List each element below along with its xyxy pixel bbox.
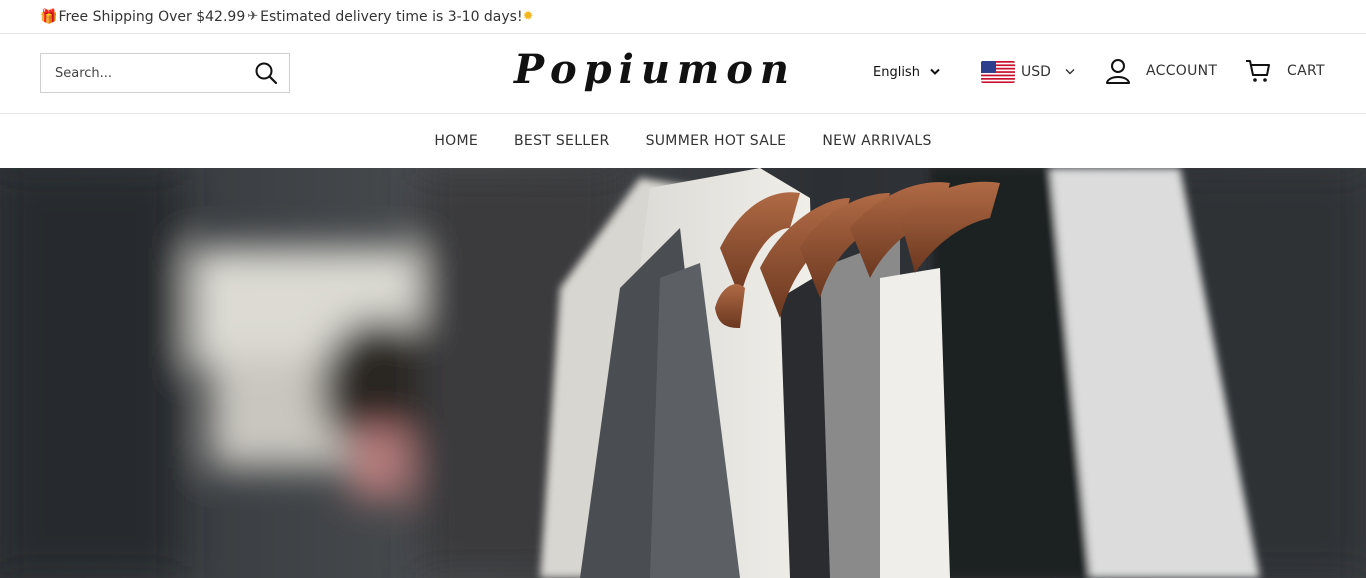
gift-icon: 🎁 [40, 8, 58, 25]
account-link[interactable]: ACCOUNT [1104, 56, 1217, 86]
hero-banner-image[interactable] [0, 168, 1366, 578]
language-selector[interactable]: English [873, 60, 940, 84]
search-icon [255, 62, 278, 85]
cart-link[interactable]: CART [1245, 56, 1325, 86]
nav-item-best-seller[interactable]: BEST SELLER [496, 133, 628, 149]
cart-icon [1246, 60, 1270, 82]
nav-item-home[interactable]: HOME [416, 133, 496, 149]
main-navigation: HOME BEST SELLER SUMMER HOT SALE NEW ARR… [0, 114, 1366, 167]
us-flag-icon [981, 61, 1015, 83]
user-icon [1106, 59, 1130, 84]
sun-icon: ✹ [522, 9, 534, 24]
account-label: ACCOUNT [1146, 63, 1218, 79]
search-input[interactable] [41, 54, 243, 92]
search-box [40, 53, 290, 93]
currency-label: USD [1021, 64, 1051, 80]
currency-selector[interactable]: USD [981, 60, 1075, 84]
announcement-text-main: Free Shipping Over $42.99 [58, 8, 246, 25]
nav-item-summer-hot-sale[interactable]: SUMMER HOT SALE [628, 133, 805, 149]
nav-item-new-arrivals[interactable]: NEW ARRIVALS [804, 133, 949, 149]
announcement-text-delivery: Estimated delivery time is 3-10 days! [260, 8, 523, 25]
language-label: English [873, 64, 920, 80]
chevron-down-icon [930, 68, 940, 75]
cart-label: CART [1287, 63, 1325, 79]
airplane-icon: ✈ [247, 9, 259, 24]
hero-clothing-rack-photo [0, 168, 1366, 578]
chevron-down-icon [1065, 69, 1075, 75]
site-header: Popiumon English USD [0, 34, 1366, 114]
site-logo[interactable]: Popiumon [514, 40, 789, 100]
search-button[interactable] [243, 54, 289, 92]
announcement-bar: 🎁 Free Shipping Over $42.99 ✈ Estimated … [0, 0, 1366, 34]
